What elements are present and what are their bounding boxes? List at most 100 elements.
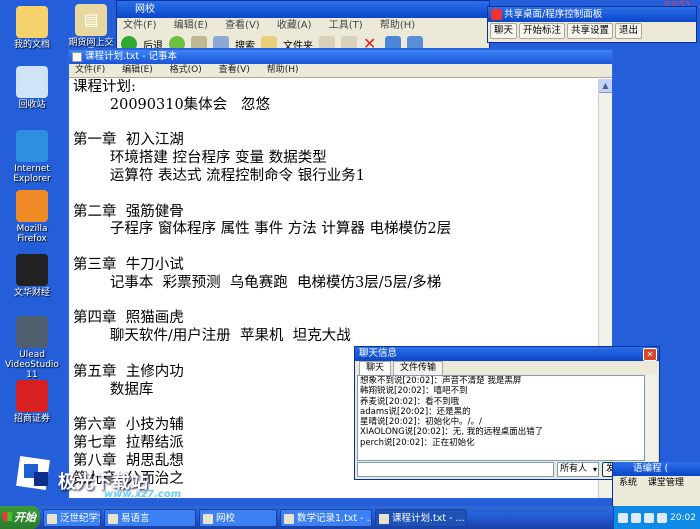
start-annotate-button[interactable]: 开始标注 [519, 23, 566, 39]
notepad-line: 第一章 初入江湖 [73, 132, 184, 149]
notepad-menu-file[interactable]: 文件(F) [75, 65, 105, 75]
notepad-line: 第二章 强筋健骨 [73, 203, 184, 220]
notepad-line: 课程计划: [73, 79, 136, 95]
ide-menu-system[interactable]: 系统 [619, 478, 637, 488]
notepad-line: 子程序 窗体程序 属性 事件 方法 计算器 电梯模仿2层 [73, 221, 452, 238]
desktop-icon-label: 我的文档 [13, 40, 50, 50]
tray-app-icon[interactable] [657, 512, 668, 523]
notepad-line: 运算符 表达式 流程控制命令 银行业务1 [73, 167, 365, 184]
ide-menu-class[interactable]: 课堂管理 [648, 478, 684, 488]
notepad-menu-edit[interactable]: 编辑(E) [122, 65, 153, 75]
notepad-icon [72, 52, 82, 62]
watermark-url: www.xz7.com [104, 489, 182, 500]
recycle-bin-icon[interactable]: 回收站 [4, 66, 60, 110]
system-tray: 20:02 [613, 506, 700, 529]
tray-network-icon[interactable] [618, 512, 629, 523]
mozilla-firefox-glyph-icon [16, 190, 48, 222]
ulead-videostudio-icon[interactable]: Ulead VideoStudio 11 [4, 316, 60, 380]
scroll-up-icon[interactable]: ▲ [599, 79, 612, 93]
chat-message-input[interactable] [357, 461, 554, 477]
taskbar-task[interactable]: 网校 [199, 508, 277, 527]
browser-menu-tools[interactable]: 工具(T) [329, 20, 363, 31]
stock-app-glyph-icon [16, 254, 48, 286]
share-control-panel[interactable]: 共享桌面/程序控制面板 聊天 开始标注 共享设置 退出 [487, 6, 697, 43]
notepad-menu-view[interactable]: 查看(V) [219, 65, 250, 75]
browser-menu-edit[interactable]: 编辑(E) [174, 20, 208, 31]
notepad-menu-help[interactable]: 帮助(H) [267, 65, 299, 75]
clock: 20:02 [670, 512, 696, 523]
share-panel-buttons: 聊天 开始标注 共享设置 退出 [488, 22, 696, 40]
my-documents-glyph-icon [16, 6, 48, 38]
notepad-title: 课程计划.txt - 记事本 [85, 51, 178, 62]
chat-title-bar[interactable]: 聊天信息 ✕ [355, 347, 659, 361]
desktop-icon-label: Mozilla Firefox [16, 224, 48, 244]
desktop-icon-label: 回收站 [18, 100, 46, 110]
share-panel-title: 共享桌面/程序控制面板 [504, 9, 603, 20]
chat-tabs: 聊天 文件传输 [355, 361, 659, 375]
recycle-bin-glyph-icon [16, 66, 48, 98]
taskbar-task[interactable]: 数学记录1.txt - ... [280, 508, 372, 527]
browser-menu-help[interactable]: 帮助(H) [380, 20, 415, 31]
chat-message: 星晴说[20:02]：初始化中。/。/ [360, 417, 482, 428]
desktop-icon-label: 招商证券 [13, 414, 50, 424]
watermark-logo-icon [16, 456, 50, 490]
tab-file-transfer[interactable]: 文件传输 [393, 361, 444, 375]
chat-message: 想象不到说[20:02]：声音不清楚 我是黑屏 [360, 376, 522, 386]
chat-message: XIAOLONG说[20:02]：无, 我的远程桌面出错了 [360, 427, 544, 438]
notepad-line: 记事本 彩票预测 乌龟赛跑 电梯模仿3层/5层/多梯 [73, 274, 442, 291]
notepad-line: 聊天软件/用户注册 苹果机 坦克大战 [73, 328, 351, 345]
taskbar-task[interactable]: 泛世纪学堂 [43, 508, 101, 527]
notepad-line [73, 239, 598, 257]
chat-message: perch说[20:02]：正在初始化 [360, 437, 475, 448]
notepad-line: 环境搭建 控台程序 变量 数据类型 [73, 150, 327, 167]
close-icon[interactable]: ✕ [643, 348, 657, 361]
internet-explorer-icon[interactable]: Internet Explorer [4, 130, 60, 184]
browser-menu-favorites[interactable]: 收藏(A) [277, 20, 312, 31]
chat-scrollbar[interactable] [646, 375, 657, 461]
taskbar-tasks: 泛世纪学堂易语言网校数学记录1.txt - ...课程计划.txt - ... [40, 508, 467, 527]
share-settings-button[interactable]: 共享设置 [567, 23, 614, 39]
share-panel-title-bar[interactable]: 共享桌面/程序控制面板 [488, 7, 696, 22]
ide-title[interactable]: 语编程 ( [613, 462, 700, 476]
notepad-line: 20090310集体会 忽悠 [73, 96, 271, 113]
tab-chat[interactable]: 聊天 [359, 361, 392, 375]
exit-button[interactable]: 退出 [615, 23, 643, 39]
internet-explorer-glyph-icon [16, 130, 48, 162]
futures-folder-icon: ▤ [75, 4, 107, 36]
browser-title-bar[interactable]: 网校 [117, 1, 489, 18]
chat-message-log[interactable]: 想象不到说[20:02]：声音不清楚 我是黑屏 韩翔锐说[20:02]：嘻吧不到养… [357, 375, 645, 461]
browser-menu-file[interactable]: 文件(F) [123, 20, 157, 31]
notepad-line [73, 293, 598, 311]
chat-button[interactable]: 聊天 [490, 23, 518, 39]
notepad-line: 第三章 牛刀小试 [73, 256, 184, 273]
notepad-menu-format[interactable]: 格式(O) [170, 65, 202, 75]
desktop-icon-label: Internet Explorer [13, 164, 51, 184]
start-button[interactable]: 开始 [0, 506, 40, 529]
browser-menu-bar: 文件(F) 编辑(E) 查看(V) 收藏(A) 工具(T) 帮助(H) [117, 18, 489, 33]
notepad-line [73, 186, 598, 204]
tray-ime-icon[interactable] [644, 512, 655, 523]
my-documents-icon[interactable]: 我的文档 [4, 6, 60, 50]
taskbar-task[interactable]: 易语言 [104, 508, 196, 527]
chat-window[interactable]: 聊天信息 ✕ 聊天 文件传输 想象不到说[20:02]：声音不清楚 我是黑屏 韩翔… [354, 346, 660, 480]
ide-window-partial[interactable]: 语编程 ( 系统 课堂管理 [612, 462, 700, 506]
desktop-icon-label: 文华财经 [13, 288, 50, 298]
zhaoshang-securities-icon[interactable]: 招商证券 [4, 380, 60, 424]
notepad-line [73, 115, 598, 133]
desktop-icon-label: Ulead VideoStudio 11 [5, 350, 59, 380]
stock-app-icon[interactable]: 文华财经 [4, 254, 60, 298]
taskbar: 开始 泛世纪学堂易语言网校数学记录1.txt - ...课程计划.txt - .… [0, 506, 700, 529]
ulead-videostudio-glyph-icon [16, 316, 48, 348]
mozilla-firefox-icon[interactable]: Mozilla Firefox [4, 190, 60, 244]
notepad-menu-bar: 文件(F) 编辑(E) 格式(O) 查看(V) 帮助(H) [69, 64, 612, 78]
zhaoshang-securities-glyph-icon [16, 380, 48, 412]
browser-title: 网校 [135, 4, 155, 15]
browser-menu-view[interactable]: 查看(V) [225, 20, 260, 31]
tray-volume-icon[interactable] [631, 512, 642, 523]
taskbar-task[interactable]: 课程计划.txt - ... [375, 508, 467, 527]
notepad-line: 第四章 照猫画虎 [73, 310, 184, 327]
notepad-title-bar[interactable]: 课程计划.txt - 记事本 [69, 50, 612, 64]
chat-message: 韩翔锐说[20:02]：嘻吧不到 [360, 386, 468, 397]
chat-title: 聊天信息 [359, 348, 398, 359]
recipient-select[interactable]: 所有人 [556, 461, 599, 477]
